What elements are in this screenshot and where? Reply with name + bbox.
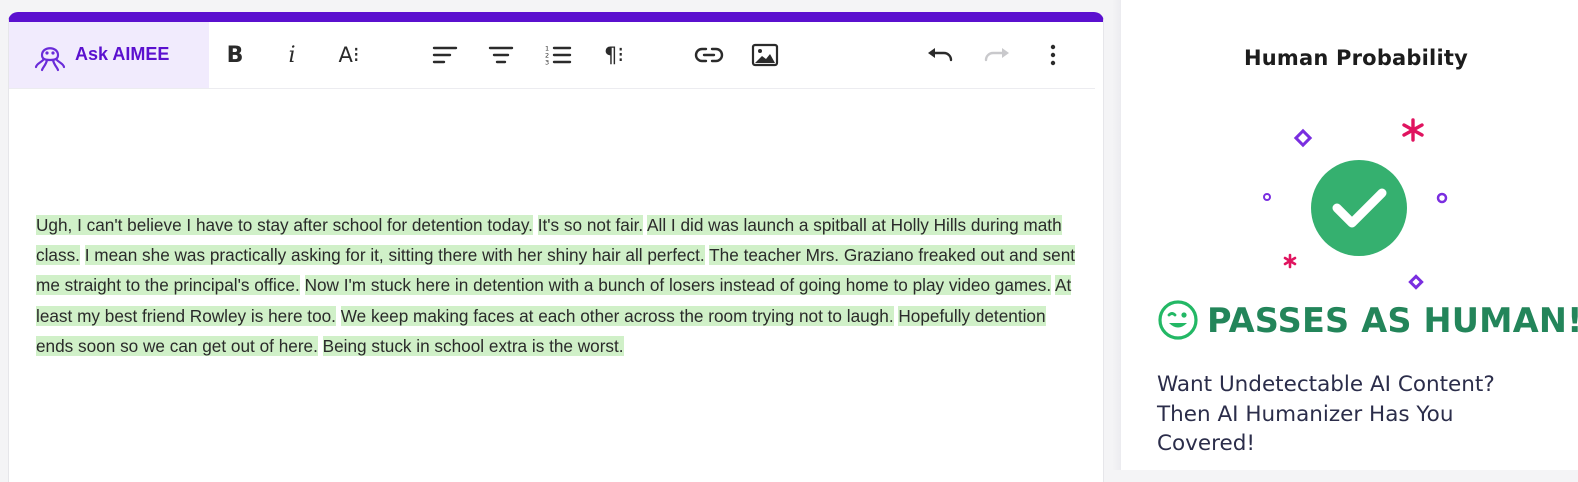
svg-text:3: 3 xyxy=(545,59,549,67)
bold-button[interactable]: B xyxy=(217,38,253,72)
more-options-button[interactable] xyxy=(1035,38,1071,72)
align-center-button[interactable] xyxy=(483,38,519,72)
winking-face-icon xyxy=(1158,300,1198,340)
undo-icon xyxy=(928,48,953,62)
verdict-label: PASSES AS HUMAN! xyxy=(1207,300,1578,340)
align-left-button[interactable] xyxy=(427,38,463,72)
numbered-list-icon: 123 xyxy=(545,45,572,67)
text-editor: Ask AIMEE B i A⁝ 123 ¶⁝ Ugh, I can't bel… xyxy=(8,12,1104,482)
promo-text: Want Undetectable AI Content? Then AI Hu… xyxy=(1157,372,1495,456)
human-probability-panel: Human Probability PASSES AS HUMAN! Want … xyxy=(1120,0,1578,470)
octopus-icon xyxy=(34,47,66,72)
image-icon xyxy=(751,43,779,67)
italic-button[interactable]: i xyxy=(274,38,310,72)
link-icon xyxy=(694,47,724,63)
numbered-list-button[interactable]: 123 xyxy=(540,38,576,72)
panel-title: Human Probability xyxy=(1244,46,1468,70)
insert-link-button[interactable] xyxy=(691,38,727,72)
align-center-icon xyxy=(488,46,514,64)
ask-aimee-button[interactable]: Ask AIMEE xyxy=(9,22,209,88)
highlighted-sentence: It's so not fair. xyxy=(537,215,644,235)
redo-icon xyxy=(984,48,1009,62)
highlighted-sentence: Now I'm stuck here in detention with a b… xyxy=(304,275,1052,296)
font-size-button[interactable]: A⁝ xyxy=(331,38,367,72)
undo-button[interactable] xyxy=(922,38,958,72)
redo-button[interactable] xyxy=(979,38,1015,72)
editor-text-area[interactable]: Ugh, I can't believe I have to stay afte… xyxy=(36,210,1076,361)
more-vertical-icon xyxy=(1050,44,1056,66)
highlighted-sentence: Ugh, I can't believe I have to stay afte… xyxy=(36,215,533,235)
insert-image-button[interactable] xyxy=(747,38,783,72)
highlighted-sentence: Being stuck in school extra is the worst… xyxy=(322,335,624,356)
editor-toolbar: Ask AIMEE B i A⁝ 123 ¶⁝ xyxy=(9,22,1095,89)
align-left-icon xyxy=(432,46,458,64)
ask-aimee-label: Ask AIMEE xyxy=(75,44,170,64)
highlighted-sentence: I mean she was practically asking for it… xyxy=(84,245,705,266)
verdict: PASSES AS HUMAN! xyxy=(1157,298,1578,342)
highlighted-sentence: We keep making faces at each other acros… xyxy=(340,305,894,326)
checkmark-circle-icon xyxy=(1263,118,1448,290)
paragraph-button[interactable]: ¶⁝ xyxy=(596,38,632,72)
